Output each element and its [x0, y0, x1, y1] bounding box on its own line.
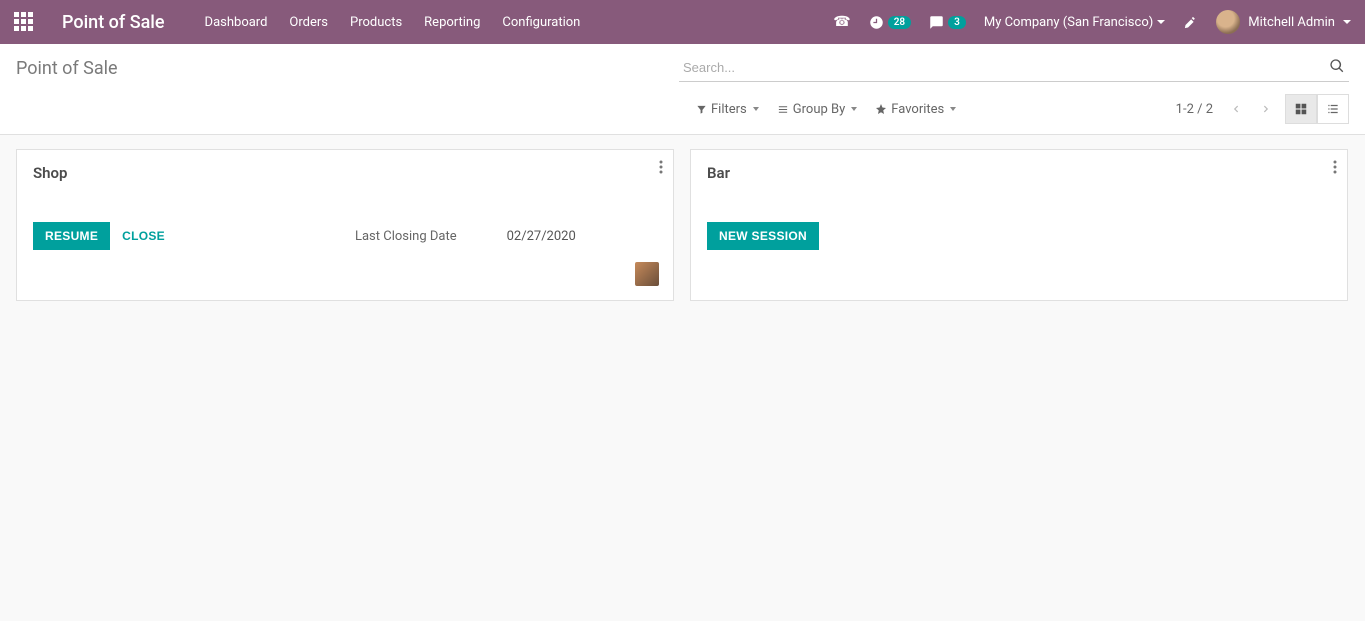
menu-dashboard[interactable]: Dashboard: [205, 15, 268, 30]
top-navbar: Point of Sale Dashboard Orders Products …: [0, 0, 1365, 44]
groupby-label: Group By: [793, 102, 846, 117]
pager-next[interactable]: [1255, 98, 1277, 120]
chat-icon: [929, 15, 944, 30]
kanban-icon: [1294, 102, 1308, 116]
debug-icon[interactable]: [1183, 15, 1198, 30]
pos-card-bar[interactable]: Bar NEW SESSION: [690, 149, 1348, 301]
menu-configuration[interactable]: Configuration: [502, 15, 580, 30]
more-vertical-icon: [659, 160, 663, 174]
control-panel: Point of Sale Filters Group By Favorites: [0, 44, 1365, 135]
card-title: Bar: [707, 164, 1331, 182]
pager-text: 1-2 / 2: [1176, 102, 1213, 117]
breadcrumb: Point of Sale: [16, 58, 118, 79]
search-icon[interactable]: [1329, 58, 1345, 74]
pos-card-shop[interactable]: Shop RESUME CLOSE Last Closing Date 02/2…: [16, 149, 674, 301]
closing-date-label: Last Closing Date: [355, 229, 457, 244]
clock-icon: [869, 15, 884, 30]
user-avatar-icon: [1216, 10, 1240, 34]
menu-orders[interactable]: Orders: [289, 15, 328, 30]
view-list-button[interactable]: [1317, 94, 1349, 124]
company-name: My Company (San Francisco): [984, 15, 1153, 30]
groupby-button[interactable]: Group By: [777, 102, 858, 117]
user-name: Mitchell Admin: [1248, 15, 1335, 30]
chevron-down-icon: [851, 107, 857, 111]
activity-indicator[interactable]: 28: [869, 15, 911, 30]
more-vertical-icon: [1333, 160, 1337, 174]
kanban-board: Shop RESUME CLOSE Last Closing Date 02/2…: [0, 135, 1365, 315]
apps-icon[interactable]: [14, 12, 34, 32]
close-button[interactable]: CLOSE: [122, 229, 165, 243]
view-kanban-button[interactable]: [1285, 94, 1317, 124]
chevron-down-icon: [753, 107, 759, 111]
filters-label: Filters: [711, 102, 747, 117]
card-title: Shop: [33, 164, 657, 182]
menu-reporting[interactable]: Reporting: [424, 15, 480, 30]
chevron-down-icon: [950, 107, 956, 111]
list-icon: [777, 104, 789, 115]
closing-date-value: 02/27/2020: [507, 229, 576, 244]
favorites-button[interactable]: Favorites: [875, 102, 956, 117]
filter-icon: [696, 104, 707, 115]
company-switcher[interactable]: My Company (San Francisco): [984, 15, 1165, 30]
new-session-button[interactable]: NEW SESSION: [707, 222, 819, 250]
pager-prev[interactable]: [1225, 98, 1247, 120]
main-menu: Dashboard Orders Products Reporting Conf…: [205, 15, 581, 30]
resume-button[interactable]: RESUME: [33, 222, 110, 250]
user-menu[interactable]: Mitchell Admin: [1216, 10, 1351, 34]
chevron-left-icon: [1231, 103, 1241, 115]
star-icon: [875, 103, 887, 115]
menu-products[interactable]: Products: [350, 15, 402, 30]
messages-count: 3: [948, 16, 966, 29]
activity-count: 28: [888, 16, 911, 29]
chevron-down-icon: [1157, 20, 1165, 24]
chevron-right-icon: [1261, 103, 1271, 115]
brand-title[interactable]: Point of Sale: [62, 12, 165, 33]
filters-button[interactable]: Filters: [696, 102, 759, 117]
favorites-label: Favorites: [891, 102, 944, 117]
card-menu-button[interactable]: [659, 160, 663, 174]
search-input[interactable]: [679, 54, 1349, 82]
messages-indicator[interactable]: 3: [929, 15, 966, 30]
session-user-avatar[interactable]: [635, 262, 659, 286]
list-view-icon: [1326, 102, 1340, 116]
card-menu-button[interactable]: [1333, 160, 1337, 174]
chevron-down-icon: [1343, 20, 1351, 24]
phone-icon[interactable]: [833, 14, 850, 30]
